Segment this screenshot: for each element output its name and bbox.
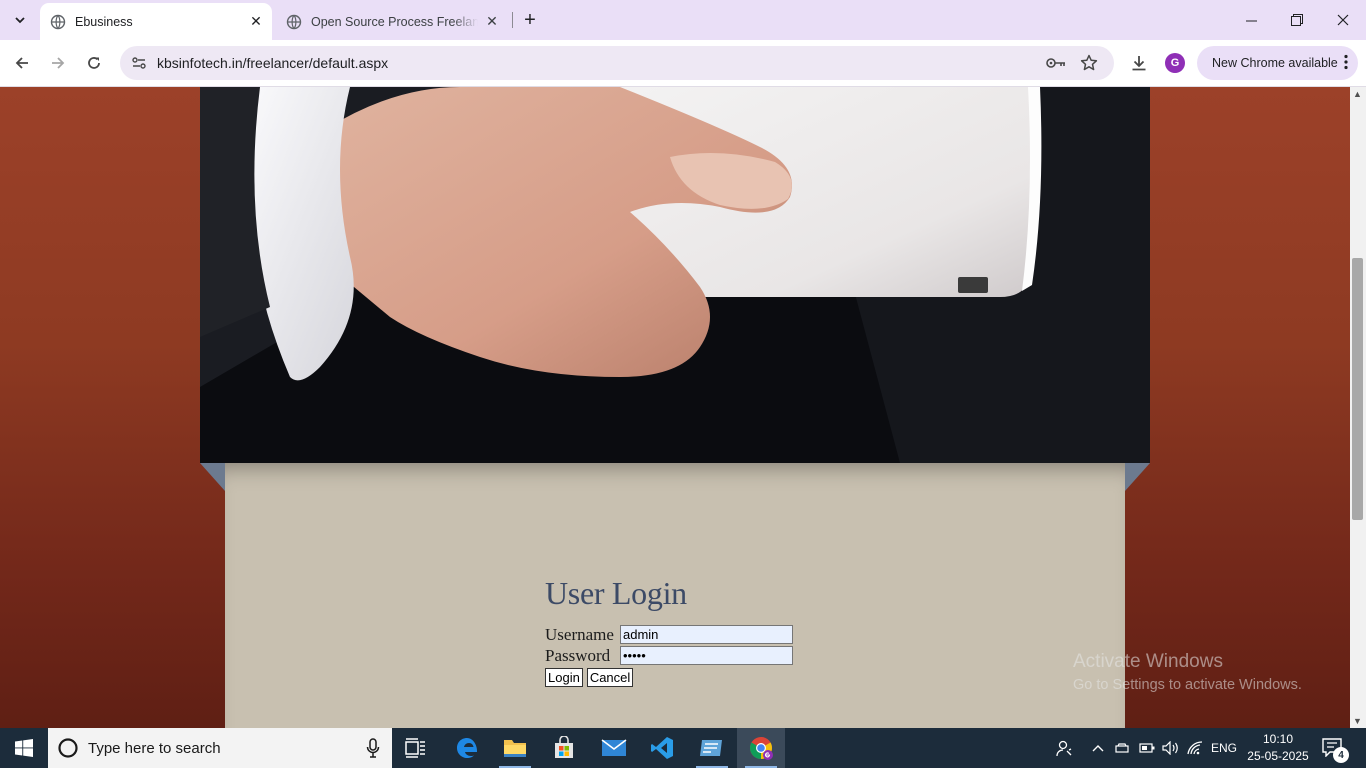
scroll-up-arrow-icon[interactable]: ▲: [1353, 89, 1362, 99]
globe-icon: [286, 14, 302, 30]
chevron-down-icon: [15, 17, 25, 24]
hero-illustration: [200, 87, 1150, 463]
search-placeholder: Type here to search: [88, 739, 221, 757]
tab-title: Ebusiness: [75, 14, 133, 29]
tab-strip: Ebusiness ✕ Open Source Process Freelanc…: [0, 0, 1366, 40]
edge-icon: [457, 738, 478, 758]
close-window-button[interactable]: [1320, 0, 1366, 40]
tab-title: Open Source Process Freelance: [311, 14, 478, 29]
site-info-icon[interactable]: [126, 50, 152, 76]
taskbar-search[interactable]: Type here to search: [48, 728, 392, 768]
new-tab-button[interactable]: +: [518, 8, 542, 32]
language-indicator[interactable]: ENG: [1208, 728, 1240, 768]
reload-button[interactable]: [79, 48, 109, 78]
profile-avatar[interactable]: G: [1165, 53, 1185, 73]
scroll-down-arrow-icon[interactable]: ▼: [1353, 716, 1362, 726]
mail-app[interactable]: [590, 728, 638, 768]
store-bag-icon: [555, 736, 573, 758]
windows-logo-icon: [15, 739, 33, 757]
password-label: Password: [545, 645, 611, 665]
url-text[interactable]: kbsinfotech.in/freelancer/default.aspx: [157, 55, 388, 71]
people-icon[interactable]: [1052, 728, 1076, 768]
username-label: Username: [545, 624, 614, 644]
login-form: User Login Username Password Login Cance…: [545, 575, 793, 687]
tab-ebusiness[interactable]: Ebusiness ✕: [40, 3, 272, 40]
globe-icon: [50, 14, 66, 30]
window-app-icon: [700, 740, 722, 756]
page-viewport: User Login Username Password Login Cance…: [0, 87, 1350, 728]
ribbon-fold-left: [200, 463, 225, 491]
update-label: New Chrome available: [1212, 56, 1338, 70]
password-key-icon[interactable]: [1044, 51, 1068, 75]
wifi-icon[interactable]: [1185, 728, 1207, 768]
activate-windows-title: Activate Windows: [1073, 651, 1223, 672]
forward-arrow-icon: [52, 57, 65, 69]
browser-toolbar: kbsinfotech.in/freelancer/default.aspx: [0, 40, 1366, 87]
edge-app[interactable]: [443, 728, 491, 768]
download-icon: [1132, 56, 1146, 71]
mail-envelope-icon: [601, 739, 627, 756]
windows-taskbar: Type here to search ENG 10:10 25-05-2025…: [0, 728, 1366, 768]
task-view-icon: [405, 738, 425, 758]
hero-image: [200, 87, 1150, 463]
clock-date: 25-05-2025: [1247, 749, 1309, 763]
new-chrome-available-button[interactable]: New Chrome available: [1197, 46, 1358, 80]
task-view-button[interactable]: [392, 728, 440, 768]
username-input[interactable]: [620, 625, 793, 644]
close-tab-icon[interactable]: ✕: [482, 12, 502, 32]
username-row: Username: [545, 624, 793, 645]
close-tab-icon[interactable]: ✕: [246, 12, 266, 32]
bookmark-star-icon[interactable]: [1077, 51, 1101, 75]
start-button[interactable]: [0, 728, 48, 768]
tab-search-button[interactable]: [6, 6, 34, 34]
cortana-circle-icon: [56, 736, 80, 760]
pinned-app[interactable]: [688, 728, 736, 768]
file-explorer-app[interactable]: [491, 728, 539, 768]
microphone-icon[interactable]: [366, 738, 380, 763]
back-arrow-icon: [15, 57, 28, 69]
page-scrollbar[interactable]: ▲ ▼: [1350, 87, 1366, 728]
minimize-button[interactable]: [1228, 0, 1274, 40]
login-button[interactable]: Login: [545, 668, 583, 687]
minimize-icon: [1245, 20, 1257, 21]
restore-button[interactable]: [1274, 0, 1320, 40]
close-icon: [1337, 14, 1349, 26]
password-input[interactable]: [620, 646, 793, 665]
vscode-app[interactable]: [638, 728, 686, 768]
vscode-icon: [651, 737, 673, 759]
scroll-thumb[interactable]: [1352, 258, 1363, 520]
drive-icon[interactable]: [1112, 728, 1132, 768]
tab-open-source-process[interactable]: Open Source Process Freelance ✕: [276, 3, 508, 40]
cancel-button[interactable]: Cancel: [586, 668, 634, 687]
downloads-button[interactable]: [1124, 48, 1154, 78]
ribbon-fold-right: [1125, 463, 1150, 491]
folder-icon: [504, 740, 526, 757]
password-row: Password: [545, 645, 793, 666]
chrome-app[interactable]: [737, 728, 785, 768]
microsoft-store-app[interactable]: [540, 728, 588, 768]
clock-time: 10:10: [1262, 732, 1294, 746]
login-buttons: Login Cancel: [545, 668, 793, 687]
page-title: User Login: [545, 575, 687, 611]
system-clock[interactable]: 10:10 25-05-2025: [1246, 731, 1310, 765]
battery-icon[interactable]: [1136, 728, 1158, 768]
forward-button[interactable]: [43, 48, 73, 78]
show-hidden-icons-chevron-icon[interactable]: [1088, 728, 1108, 768]
chrome-icon: [750, 737, 773, 760]
back-button[interactable]: [7, 48, 37, 78]
restore-icon: [1291, 14, 1303, 26]
login-panel: User Login Username Password Login Cance…: [225, 463, 1125, 728]
kebab-menu-icon[interactable]: [1344, 54, 1348, 73]
volume-icon[interactable]: [1160, 728, 1182, 768]
notification-count-badge: 4: [1333, 747, 1349, 763]
activate-windows-subtitle: Go to Settings to activate Windows.: [1073, 677, 1302, 693]
reload-icon: [88, 57, 100, 69]
address-bar[interactable]: kbsinfotech.in/freelancer/default.aspx: [120, 46, 1114, 80]
tab-separator: [512, 12, 513, 28]
